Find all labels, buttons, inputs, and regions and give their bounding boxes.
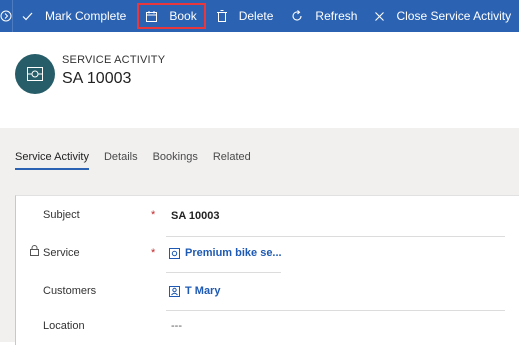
- delete-button[interactable]: Delete: [208, 0, 283, 32]
- refresh-icon: [292, 10, 302, 21]
- subject-field[interactable]: SA 10003: [171, 210, 220, 222]
- record-header: SERVICE ACTIVITY SA 10003: [0, 32, 519, 128]
- tab-related[interactable]: Related: [213, 151, 251, 170]
- subject-row: Subject * SA 10003: [16, 198, 505, 234]
- command-bar: Mark Complete Book Delete Refresh Close …: [0, 0, 519, 32]
- refresh-button[interactable]: Refresh: [282, 0, 366, 32]
- required-marker: *: [151, 209, 156, 221]
- customer-link[interactable]: T Mary: [169, 285, 220, 297]
- delete-label: Delete: [238, 9, 274, 23]
- tab-list: Service Activity Details Bookings Relate…: [15, 151, 266, 170]
- mark-complete-label: Mark Complete: [45, 9, 127, 23]
- close-service-activity-label: Close Service Activity: [396, 9, 512, 23]
- divider: [166, 272, 281, 273]
- refresh-label: Refresh: [315, 9, 358, 23]
- expand-icon[interactable]: [0, 0, 13, 32]
- subject-label: Subject: [43, 209, 80, 221]
- location-row: Location ---: [16, 309, 505, 345]
- service-row: Service * Premium bike se...: [16, 236, 505, 272]
- calendar-icon: [146, 10, 158, 22]
- tab-service-activity[interactable]: Service Activity: [15, 151, 89, 170]
- tab-bookings[interactable]: Bookings: [153, 151, 198, 170]
- close-icon: [375, 11, 385, 21]
- book-label: Book: [169, 9, 197, 23]
- customers-row: Customers T Mary: [16, 274, 505, 310]
- service-link[interactable]: Premium bike se...: [169, 247, 282, 259]
- service-activity-icon: [27, 67, 43, 81]
- trash-icon: [216, 10, 227, 22]
- service-label: Service: [43, 247, 80, 259]
- customer-link-text: T Mary: [185, 285, 221, 297]
- record-title: SA 10003: [62, 70, 132, 87]
- book-button[interactable]: Book: [137, 3, 206, 29]
- mark-complete-button[interactable]: Mark Complete: [13, 0, 135, 32]
- service-icon: [169, 247, 180, 259]
- lock-icon: [30, 245, 39, 259]
- customers-label: Customers: [43, 285, 97, 297]
- close-service-activity-button[interactable]: Close Service Activity: [366, 0, 519, 32]
- required-marker: *: [151, 247, 156, 259]
- entity-type-label: SERVICE ACTIVITY: [62, 54, 166, 66]
- form-section: Subject * SA 10003 Service * Premium bik…: [15, 195, 519, 345]
- contact-icon: [169, 285, 180, 297]
- checkmark-icon: [22, 12, 33, 20]
- service-link-text: Premium bike se...: [185, 247, 282, 259]
- location-label: Location: [43, 320, 85, 332]
- tab-details[interactable]: Details: [104, 151, 138, 170]
- location-field[interactable]: ---: [171, 320, 182, 332]
- entity-avatar: [15, 54, 55, 94]
